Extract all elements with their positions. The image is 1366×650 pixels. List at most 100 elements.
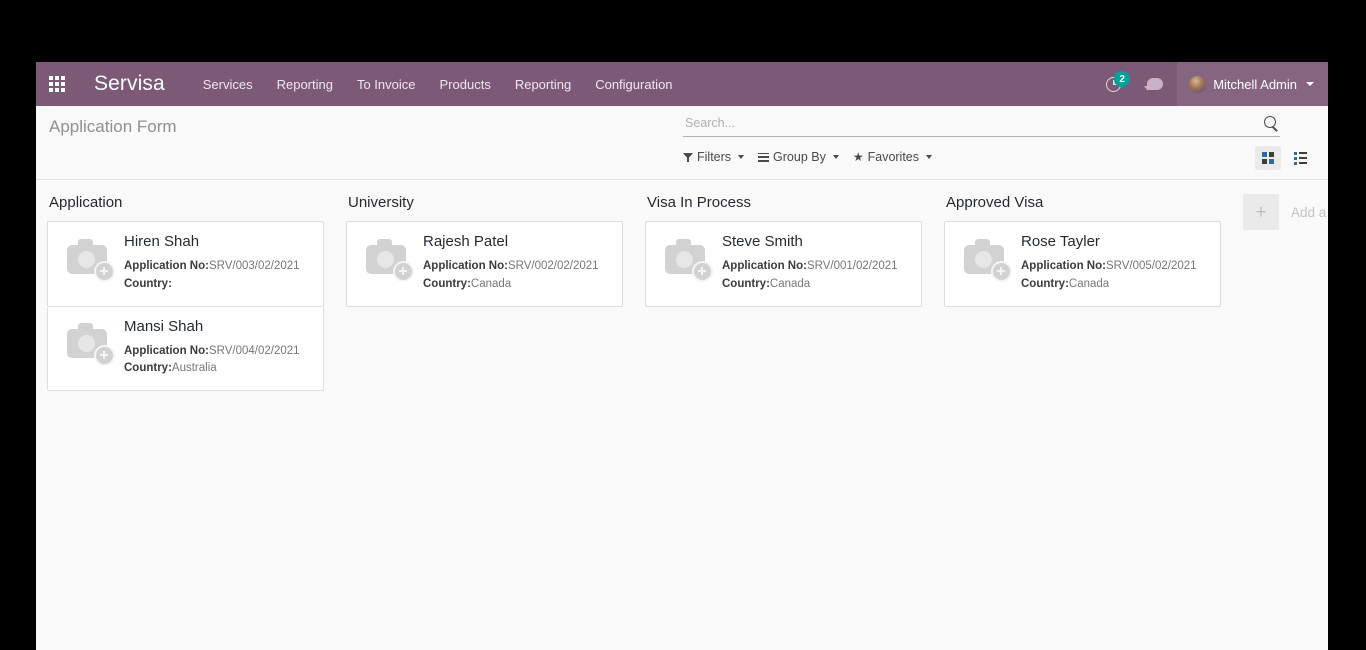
kanban-column-application: Application Hiren Shah Application No:SR… xyxy=(36,190,335,392)
apps-grid-icon xyxy=(49,76,65,92)
list-lines-icon xyxy=(758,152,770,162)
camera-placeholder-icon xyxy=(964,238,1012,282)
card-application-no-value: SRV/002/02/2021 xyxy=(507,260,599,272)
menu-item-to-invoice[interactable]: To Invoice xyxy=(345,71,428,98)
funnel-icon xyxy=(683,152,693,162)
kanban-card[interactable]: Rose Tayler Application No:SRV/005/02/20… xyxy=(944,221,1221,307)
kanban-column-title[interactable]: Application xyxy=(47,190,324,221)
card-country-label: Country: xyxy=(1021,277,1069,290)
kanban-column-visa-in-process: Visa In Process Steve Smith Application … xyxy=(634,190,933,307)
group-by-label: Group By xyxy=(773,150,826,164)
search-dropdown-row: Filters Group By ★ Favorites xyxy=(683,150,933,164)
kanban-column-title[interactable]: Visa In Process xyxy=(645,190,922,221)
user-menu[interactable]: Mitchell Admin xyxy=(1177,62,1328,106)
card-country-value: Canada xyxy=(769,277,811,290)
group-by-dropdown[interactable]: Group By xyxy=(758,150,839,164)
search-icon[interactable] xyxy=(1264,116,1278,130)
list-view-icon xyxy=(1293,151,1307,165)
card-country-label: Country: xyxy=(423,277,471,290)
card-country-value: Canada xyxy=(1068,277,1110,290)
control-panel: Application Form Filters Group By ★ Favo… xyxy=(36,106,1328,180)
add-column-control[interactable]: + Add a Column xyxy=(1243,190,1328,230)
chevron-down-icon xyxy=(1306,82,1314,86)
top-navbar: Servisa Services Reporting To Invoice Pr… xyxy=(36,62,1328,106)
chat-bubble-icon xyxy=(1144,78,1164,91)
card-image[interactable] xyxy=(957,232,1012,286)
navbar-right-section: 2 Mitchell Admin xyxy=(1094,62,1328,106)
application-window: Servisa Services Reporting To Invoice Pr… xyxy=(36,62,1328,650)
menu-item-reporting-1[interactable]: Reporting xyxy=(265,71,345,98)
menu-item-reporting-2[interactable]: Reporting xyxy=(503,71,583,98)
card-title: Hiren Shah xyxy=(124,233,200,250)
list-view-button[interactable] xyxy=(1287,146,1313,170)
card-image[interactable] xyxy=(359,232,414,286)
brand-title[interactable]: Servisa xyxy=(94,72,165,96)
card-image[interactable] xyxy=(60,232,115,286)
card-body: Steve Smith Application No:SRV/001/02/20… xyxy=(722,232,909,294)
card-title: Rajesh Patel xyxy=(423,233,509,250)
kanban-card[interactable]: Hiren Shah Application No:SRV/003/02/202… xyxy=(47,221,324,307)
breadcrumb[interactable]: Application Form xyxy=(49,117,177,137)
card-application-no-value: SRV/005/02/2021 xyxy=(1105,260,1197,272)
kanban-column-university: University Rajesh Patel Application No:S… xyxy=(335,190,634,307)
camera-placeholder-icon xyxy=(67,238,115,282)
camera-placeholder-icon xyxy=(67,323,115,367)
card-title: Mansi Shah xyxy=(124,317,204,335)
card-application-no-label: Application No: xyxy=(124,344,209,357)
kanban-column-approved-visa: Approved Visa Rose Tayler Application No… xyxy=(933,190,1232,307)
card-application-no-label: Application No: xyxy=(722,260,807,272)
kanban-view-button[interactable] xyxy=(1255,146,1281,170)
card-application-no-label: Application No: xyxy=(1021,260,1106,272)
card-application-no-value: SRV/001/02/2021 xyxy=(806,260,898,272)
menu-item-configuration[interactable]: Configuration xyxy=(583,71,684,98)
kanban-board: Application Hiren Shah Application No:SR… xyxy=(36,180,1328,650)
card-country: Country:Canada xyxy=(1021,276,1208,294)
card-application-no: Application No:SRV/001/02/2021 xyxy=(722,258,909,276)
camera-placeholder-icon xyxy=(366,238,414,282)
apps-menu-button[interactable] xyxy=(36,62,78,106)
card-country: Country:Canada xyxy=(423,276,610,294)
card-application-no: Application No:SRV/003/02/2021 xyxy=(124,258,311,276)
card-country-label: Country: xyxy=(124,277,172,290)
card-body: Mansi Shah Application No:SRV/004/02/202… xyxy=(124,317,311,379)
card-application-no: Application No:SRV/005/02/2021 xyxy=(1021,258,1208,276)
chevron-down-icon xyxy=(926,155,933,159)
kanban-view-icon xyxy=(1262,152,1274,164)
avatar xyxy=(1189,75,1207,93)
card-body: Hiren Shah Application No:SRV/003/02/202… xyxy=(124,232,311,294)
activity-menu-button[interactable]: 2 xyxy=(1094,62,1133,106)
user-name-label: Mitchell Admin xyxy=(1213,76,1297,92)
kanban-card[interactable]: Mansi Shah Application No:SRV/004/02/202… xyxy=(47,306,324,392)
menu-item-products[interactable]: Products xyxy=(428,71,503,98)
view-switcher xyxy=(1255,146,1313,170)
card-country: Country:Canada xyxy=(722,276,909,294)
star-icon: ★ xyxy=(852,150,864,164)
card-title: Rose Tayler xyxy=(1021,233,1100,250)
search-view xyxy=(683,114,1280,137)
main-menu: Services Reporting To Invoice Products R… xyxy=(191,71,685,98)
card-country: Country:Australia xyxy=(124,360,311,378)
camera-placeholder-icon xyxy=(665,238,713,282)
kanban-column-title[interactable]: Approved Visa xyxy=(944,190,1221,221)
kanban-card[interactable]: Rajesh Patel Application No:SRV/002/02/2… xyxy=(346,221,623,307)
menu-item-services[interactable]: Services xyxy=(191,71,265,98)
kanban-card[interactable]: Steve Smith Application No:SRV/001/02/20… xyxy=(645,221,922,307)
card-country-value: Canada xyxy=(470,277,512,290)
card-country-label: Country: xyxy=(124,362,172,375)
card-image[interactable] xyxy=(60,317,115,371)
card-application-no: Application No:SRV/004/02/2021 xyxy=(124,343,311,361)
filters-dropdown[interactable]: Filters xyxy=(683,150,745,164)
favorites-dropdown[interactable]: ★ Favorites xyxy=(852,150,933,164)
chevron-down-icon xyxy=(738,155,745,159)
card-application-no-value: SRV/003/02/2021 xyxy=(208,260,300,272)
favorites-label: Favorites xyxy=(867,150,920,164)
plus-icon[interactable]: + xyxy=(1243,194,1279,230)
messages-menu-button[interactable] xyxy=(1133,62,1177,106)
card-body: Rajesh Patel Application No:SRV/002/02/2… xyxy=(423,232,610,294)
card-body: Rose Tayler Application No:SRV/005/02/20… xyxy=(1021,232,1208,294)
search-input[interactable] xyxy=(683,114,1264,132)
card-image[interactable] xyxy=(658,232,713,286)
chevron-down-icon xyxy=(832,155,839,159)
card-application-no: Application No:SRV/002/02/2021 xyxy=(423,258,610,276)
kanban-column-title[interactable]: University xyxy=(346,190,623,221)
